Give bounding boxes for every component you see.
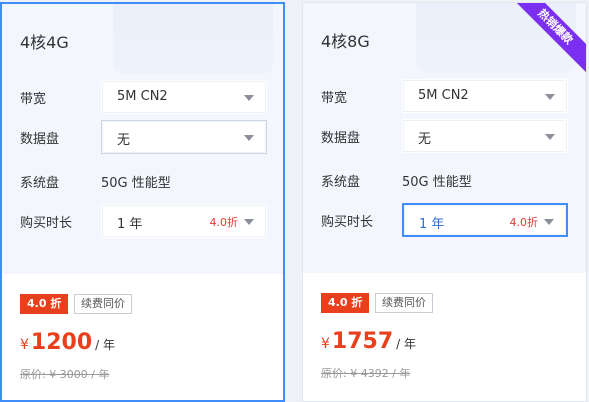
chevron-down-icon bbox=[244, 135, 254, 141]
product-card-4c4g[interactable]: 4核4G 带宽 5M CN2 数据盘 无 系统盘 50G 性能型 购买时长 1 … bbox=[0, 2, 285, 402]
price-amount: 1200 bbox=[30, 330, 93, 355]
chevron-down-icon bbox=[244, 219, 254, 225]
price-unit: / 年 bbox=[95, 338, 116, 352]
system-disk-value: 50G 性能型 bbox=[402, 175, 472, 190]
price-section: 4.0 折 续费同价 ¥1200/ 年 原价: ¥ 3000 / 年 bbox=[2, 274, 283, 400]
bandwidth-label: 带宽 bbox=[20, 92, 47, 107]
data-disk-value: 无 bbox=[418, 132, 432, 147]
bandwidth-value: 5M CN2 bbox=[418, 88, 469, 103]
chevron-down-icon bbox=[244, 95, 254, 101]
duration-discount: 4.0折 bbox=[509, 216, 539, 229]
card-title: 4核4G bbox=[20, 33, 69, 52]
original-price: 原价: ¥ 4392 / 年 bbox=[321, 367, 411, 380]
bandwidth-value: 5M CN2 bbox=[117, 89, 168, 104]
system-disk-value: 50G 性能型 bbox=[101, 176, 171, 191]
system-disk-label: 系统盘 bbox=[20, 176, 60, 191]
renew-same-price-tag: 续费同价 bbox=[375, 293, 433, 313]
duration-value: 1 年 bbox=[117, 217, 143, 232]
price-currency: ¥ bbox=[20, 337, 29, 353]
data-disk-label: 数据盘 bbox=[321, 131, 361, 146]
data-disk-select[interactable]: 无 bbox=[101, 120, 267, 154]
product-card-4c8g[interactable]: 热销爆款 4核8G 带宽 5M CN2 数据盘 无 系统盘 50G 性能型 购买… bbox=[302, 2, 587, 402]
duration-value: 1 年 bbox=[419, 217, 445, 232]
bandwidth-select[interactable]: 5M CN2 bbox=[402, 79, 568, 113]
duration-label: 购买时长 bbox=[20, 216, 73, 231]
price-section: 4.0 折 续费同价 ¥1757/ 年 原价: ¥ 4392 / 年 bbox=[303, 273, 586, 401]
price: ¥1200/ 年 bbox=[20, 330, 115, 355]
duration-select[interactable]: 1 年 4.0折 bbox=[101, 204, 267, 238]
chevron-down-icon bbox=[545, 94, 555, 100]
decorative-server-graphic bbox=[113, 4, 273, 74]
duration-discount: 4.0折 bbox=[209, 216, 239, 229]
data-disk-label: 数据盘 bbox=[20, 132, 60, 147]
price-amount: 1757 bbox=[331, 329, 394, 354]
data-disk-value: 无 bbox=[117, 133, 131, 148]
chevron-down-icon bbox=[545, 134, 555, 140]
discount-badge: 4.0 折 bbox=[321, 293, 370, 313]
discount-badge: 4.0 折 bbox=[20, 294, 69, 314]
data-disk-select[interactable]: 无 bbox=[402, 119, 568, 153]
duration-select[interactable]: 1 年 4.0折 bbox=[402, 203, 568, 237]
price-unit: / 年 bbox=[396, 337, 417, 351]
duration-label: 购买时长 bbox=[321, 215, 374, 230]
system-disk-label: 系统盘 bbox=[321, 175, 361, 190]
card-title: 4核8G bbox=[321, 32, 370, 51]
chevron-down-icon bbox=[544, 219, 554, 225]
bandwidth-label: 带宽 bbox=[321, 91, 348, 106]
renew-same-price-tag: 续费同价 bbox=[74, 294, 132, 314]
price: ¥1757/ 年 bbox=[321, 329, 416, 354]
price-currency: ¥ bbox=[321, 336, 330, 352]
original-price: 原价: ¥ 3000 / 年 bbox=[20, 368, 110, 381]
bandwidth-select[interactable]: 5M CN2 bbox=[101, 80, 267, 114]
